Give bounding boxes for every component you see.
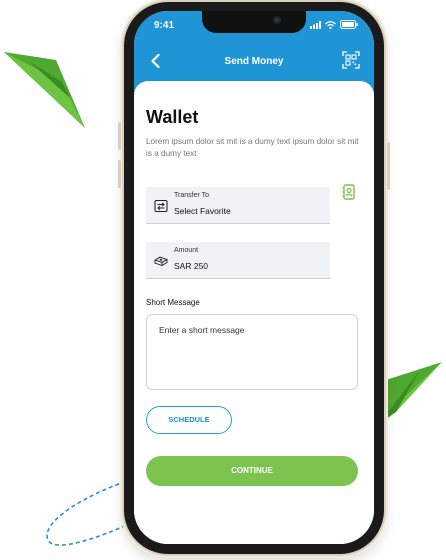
cash-icon xyxy=(154,256,168,266)
continue-button[interactable]: CONTINUE xyxy=(146,456,358,486)
transfer-to-field[interactable]: Transfer To Select Favorite xyxy=(146,187,330,224)
phone-volume-down-button xyxy=(118,160,121,188)
wifi-icon xyxy=(325,20,336,29)
amount-field[interactable]: Amount SAR 250 xyxy=(146,242,330,279)
amount-label: Amount xyxy=(174,247,199,254)
schedule-button[interactable]: SCHEDULE xyxy=(146,406,232,434)
front-camera xyxy=(273,16,281,24)
transfer-to-value: Select Favorite xyxy=(174,206,231,216)
status-icons xyxy=(310,20,358,29)
qr-scan-icon xyxy=(342,51,360,69)
short-message-input[interactable]: Enter a short message xyxy=(146,314,358,390)
phone-notch xyxy=(202,11,306,33)
paper-plane-left-icon xyxy=(4,52,85,128)
favorites-button[interactable] xyxy=(342,184,356,200)
phone-screen: 9:41 Send Money Wallet Lorem ipsum dolor… xyxy=(134,11,374,544)
short-message-placeholder: Enter a short message xyxy=(159,325,245,335)
phone-frame: 9:41 Send Money Wallet Lorem ipsum dolor… xyxy=(118,2,390,554)
amount-value: SAR 250 xyxy=(174,261,209,271)
phone-power-button xyxy=(387,142,390,190)
page-title: Wallet xyxy=(146,107,199,127)
signal-icon xyxy=(310,20,321,29)
qr-scan-button[interactable] xyxy=(342,51,360,69)
status-time: 9:41 xyxy=(154,20,175,31)
phone-volume-up-button xyxy=(118,122,121,150)
header-title: Send Money xyxy=(224,56,284,67)
contact-book-icon xyxy=(342,184,355,200)
content-panel: Wallet Lorem ipsum dolor sit mit is a du… xyxy=(134,81,374,544)
short-message-label: Short Message xyxy=(146,298,200,307)
battery-icon xyxy=(340,20,358,29)
page-description: Lorem ipsum dolor sit mit is a dumy text… xyxy=(146,137,359,158)
transfer-icon xyxy=(154,199,168,213)
transfer-to-label: Transfer To xyxy=(174,192,210,199)
app-canvas: 9:41 Send Money Wallet Lorem ipsum dolor… xyxy=(0,0,446,560)
